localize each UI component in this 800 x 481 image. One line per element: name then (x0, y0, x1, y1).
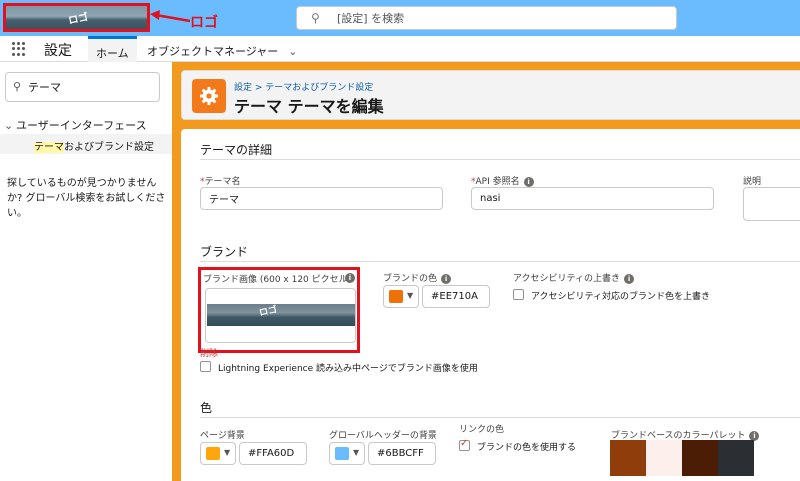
api-name-input[interactable] (471, 187, 714, 210)
info-icon[interactable]: i (749, 430, 760, 441)
info-icon[interactable]: i (624, 273, 635, 284)
section-title-brand: ブランド (200, 245, 249, 259)
global-search-input[interactable] (337, 10, 657, 26)
link-use-brand-color-checkbox[interactable] (459, 438, 470, 451)
main-area: 設定 > テーマおよびブランド設定 テーマ テーマを編集 テーマの詳細 *テーマ… (172, 62, 800, 481)
global-header-bg-label: グローバルヘッダーの背景 (329, 431, 437, 441)
brand-color-swatch (389, 290, 403, 303)
palette-swatch (682, 440, 718, 476)
search-highlight: テーマ (34, 142, 64, 153)
accessibility-override-label: アクセシビリティ対応のブランド色を上書き (531, 292, 711, 302)
palette-swatch (718, 440, 754, 476)
description-label: 説明 (743, 177, 762, 187)
global-search[interactable]: ⚲ (296, 6, 677, 30)
accessibility-override-checkbox[interactable] (513, 289, 524, 300)
page-bg-input[interactable] (239, 442, 307, 465)
brand-image-preview[interactable]: ロゴ (205, 288, 356, 343)
delete-brand-image-link[interactable]: 削除 (200, 346, 218, 359)
palette-swatch (646, 440, 682, 476)
quick-find[interactable]: ⚲ (5, 72, 160, 102)
description-input[interactable] (743, 187, 800, 221)
divider (200, 417, 800, 418)
annotation-arrow-icon (150, 10, 191, 23)
brand-color-picker[interactable]: ▼ (383, 285, 419, 308)
page-bg-swatch (206, 447, 220, 460)
tab-home-label: ホーム (96, 47, 129, 60)
logo-text: ロゴ (258, 305, 279, 319)
tab-home[interactable]: ホーム (88, 36, 137, 62)
tree-item-label: およびブランド設定 (64, 142, 154, 153)
tree-item-label: ユーザーインターフェース (16, 119, 147, 132)
search-icon: ⚲ (311, 11, 320, 25)
use-brand-image-label: Lightning Experience 読み込み中ページでブランド画像を使用 (218, 364, 478, 374)
page-bg-label: ページ背景 (200, 431, 245, 441)
page-bg-color-picker[interactable]: ▼ (200, 442, 236, 465)
info-icon[interactable]: i (523, 176, 534, 187)
caret-down-icon: ▼ (353, 448, 360, 457)
brand-color-input[interactable] (422, 285, 490, 308)
info-icon[interactable]: i (441, 273, 452, 284)
tab-object-manager-label: オブジェクトマネージャー (147, 45, 279, 58)
page-header: 設定 > テーマおよびブランド設定 テーマ テーマを編集 (181, 70, 800, 120)
search-icon: ⚲ (13, 80, 22, 93)
divider (200, 159, 800, 160)
caret-down-icon: ▼ (224, 448, 231, 457)
palette-swatch (610, 440, 646, 476)
chevron-down-icon[interactable]: ⌄ (4, 119, 16, 132)
use-brand-image-checkbox[interactable] (200, 361, 211, 372)
theme-edit-form: テーマの詳細 *テーマ名 *API 参照名i 説明 ブランド ブランド画像 (6… (181, 129, 800, 481)
api-name-label: *API 参照名 i (471, 174, 534, 187)
chevron-down-icon[interactable]: ⌄ (288, 45, 297, 58)
section-title-colors: 色 (200, 401, 213, 415)
brand-image-uploader[interactable]: ブランド画像 (600 x 120 ピクセル) ロゴ (198, 267, 360, 353)
setup-sidebar: ⚲ ⌄ユーザーインターフェース テーマおよびブランド設定 探しているものが見つか… (0, 62, 172, 481)
global-header: ロゴ ロゴ ⚲ (0, 0, 800, 36)
app-nav: 設定 ホーム オブジェクトマネージャー ⌄ (0, 36, 800, 62)
divider (200, 261, 800, 262)
app-launcher-icon[interactable] (12, 42, 26, 56)
page-title: テーマ テーマを編集 (234, 97, 384, 116)
brand-color-label: ブランドの色 i (383, 271, 452, 284)
theme-name-input[interactable] (200, 187, 443, 210)
section-title-details: テーマの詳細 (200, 143, 273, 157)
caret-down-icon: ▼ (407, 291, 414, 300)
global-header-color-picker[interactable]: ▼ (329, 442, 365, 465)
tree-item-user-interface[interactable]: ⌄ ユーザーインターフェース (4, 117, 147, 133)
quick-find-input[interactable] (28, 79, 153, 95)
tree-item-themes-branding[interactable]: テーマおよびブランド設定 (0, 134, 172, 154)
breadcrumb[interactable]: 設定 > テーマおよびブランド設定 (234, 80, 373, 93)
info-icon[interactable]: i (345, 273, 355, 283)
tab-object-manager[interactable]: オブジェクトマネージャー ⌄ (141, 36, 303, 62)
brand-color-palette (610, 440, 754, 476)
not-found-hint: 探しているものが見つかりませんか? グローバル検索をお試しください。 (7, 178, 166, 219)
accessibility-label: アクセシビリティの上書き i (513, 271, 635, 284)
theme-name-label: *テーマ名 (200, 177, 241, 187)
gear-icon (192, 79, 226, 113)
link-color-label: リンクの色 (459, 425, 505, 435)
org-logo[interactable]: ロゴ (3, 3, 150, 32)
global-header-input[interactable] (368, 442, 436, 465)
annotation-label: ロゴ (190, 15, 218, 31)
brand-image-label: ブランド画像 (600 x 120 ピクセル) (203, 275, 352, 285)
link-use-brand-color-label: ブランドの色を使用する (477, 443, 577, 453)
global-header-swatch (335, 447, 349, 460)
brand-image: ロゴ (207, 304, 355, 326)
app-name: 設定 (44, 43, 72, 59)
logo-text: ロゴ (67, 11, 90, 27)
